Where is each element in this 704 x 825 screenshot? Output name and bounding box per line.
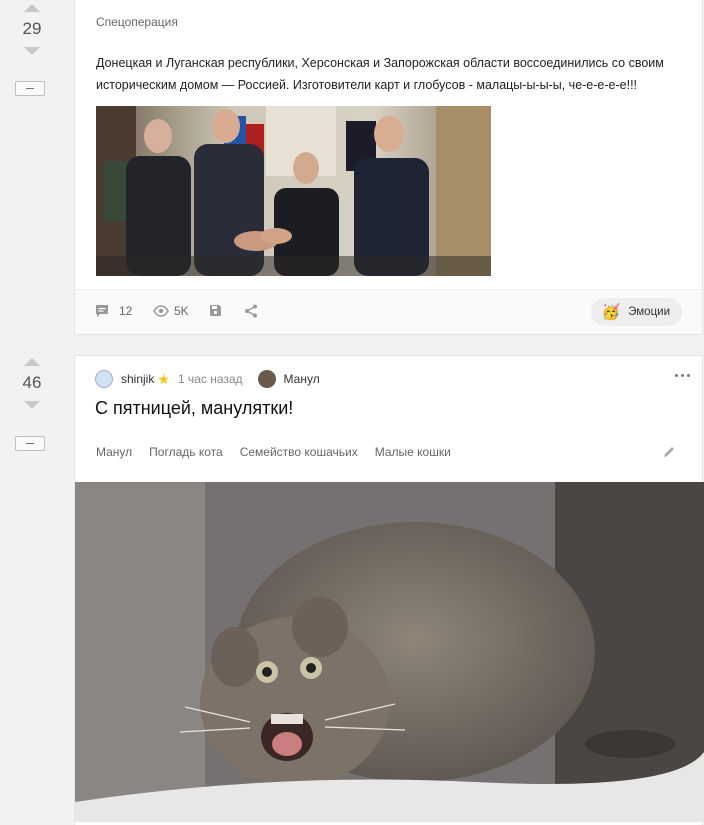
post-meta: shinjik ★ 1 час назад Манул: [95, 370, 320, 388]
save-button[interactable]: [209, 304, 222, 317]
post-score: 46: [22, 373, 42, 392]
upvote-arrow-icon[interactable]: [24, 4, 40, 12]
post-text: Донецкая и Луганская республики, Херсонс…: [96, 56, 664, 92]
post-footer: 12 5K 🥳 Эмоции: [75, 289, 702, 334]
vote-column-post2: 46: [0, 358, 64, 409]
post-score: 29: [22, 19, 42, 38]
star-icon: ★: [157, 370, 170, 387]
post-card: Спецоперация Донецкая и Луганская респуб…: [74, 0, 703, 335]
save-icon: [210, 305, 221, 316]
post-tag[interactable]: Семейство кошачьих: [240, 445, 358, 459]
post-image[interactable]: [96, 106, 491, 276]
share-button[interactable]: [244, 304, 258, 318]
post-card: shinjik ★ 1 час назад Манул С пятницей, …: [74, 355, 704, 825]
author-name[interactable]: shinjik: [121, 372, 154, 386]
downvote-arrow-icon[interactable]: [24, 401, 40, 409]
vote-column-post1: 29: [0, 4, 64, 55]
collapse-button[interactable]: [15, 436, 45, 451]
community-avatar[interactable]: [257, 370, 276, 388]
comments-counter[interactable]: 12: [95, 304, 132, 318]
edit-icon[interactable]: [663, 445, 676, 458]
post-image[interactable]: [75, 482, 704, 822]
emoji-icon: 🥳: [601, 304, 621, 321]
share-icon: [245, 304, 257, 318]
post-tag[interactable]: Погладь кота: [149, 445, 223, 459]
post-time: 1 час назад: [177, 372, 243, 386]
upvote-arrow-icon[interactable]: [24, 358, 40, 366]
community-name[interactable]: Манул: [284, 372, 320, 386]
post-tags: Манул Погладь кота Семейство кошачьих Малые…: [96, 445, 468, 459]
author-avatar[interactable]: [95, 370, 113, 388]
views-counter: 5K: [153, 304, 189, 318]
emotions-label: Эмоции: [628, 306, 670, 318]
comments-count: 12: [119, 304, 133, 318]
views-count: 5K: [174, 304, 189, 318]
post-title[interactable]: С пятницей, манулятки!: [95, 398, 293, 419]
post-tag[interactable]: Спецоперация: [96, 15, 178, 29]
eye-icon: [153, 305, 169, 317]
comment-icon: [96, 305, 108, 317]
downvote-arrow-icon[interactable]: [24, 47, 40, 55]
emotions-button[interactable]: 🥳 Эмоции: [591, 298, 682, 326]
collapse-button[interactable]: [15, 81, 45, 96]
post-tag[interactable]: Манул: [96, 445, 132, 459]
more-icon[interactable]: [675, 374, 690, 377]
post-tag[interactable]: Малые кошки: [375, 445, 451, 459]
